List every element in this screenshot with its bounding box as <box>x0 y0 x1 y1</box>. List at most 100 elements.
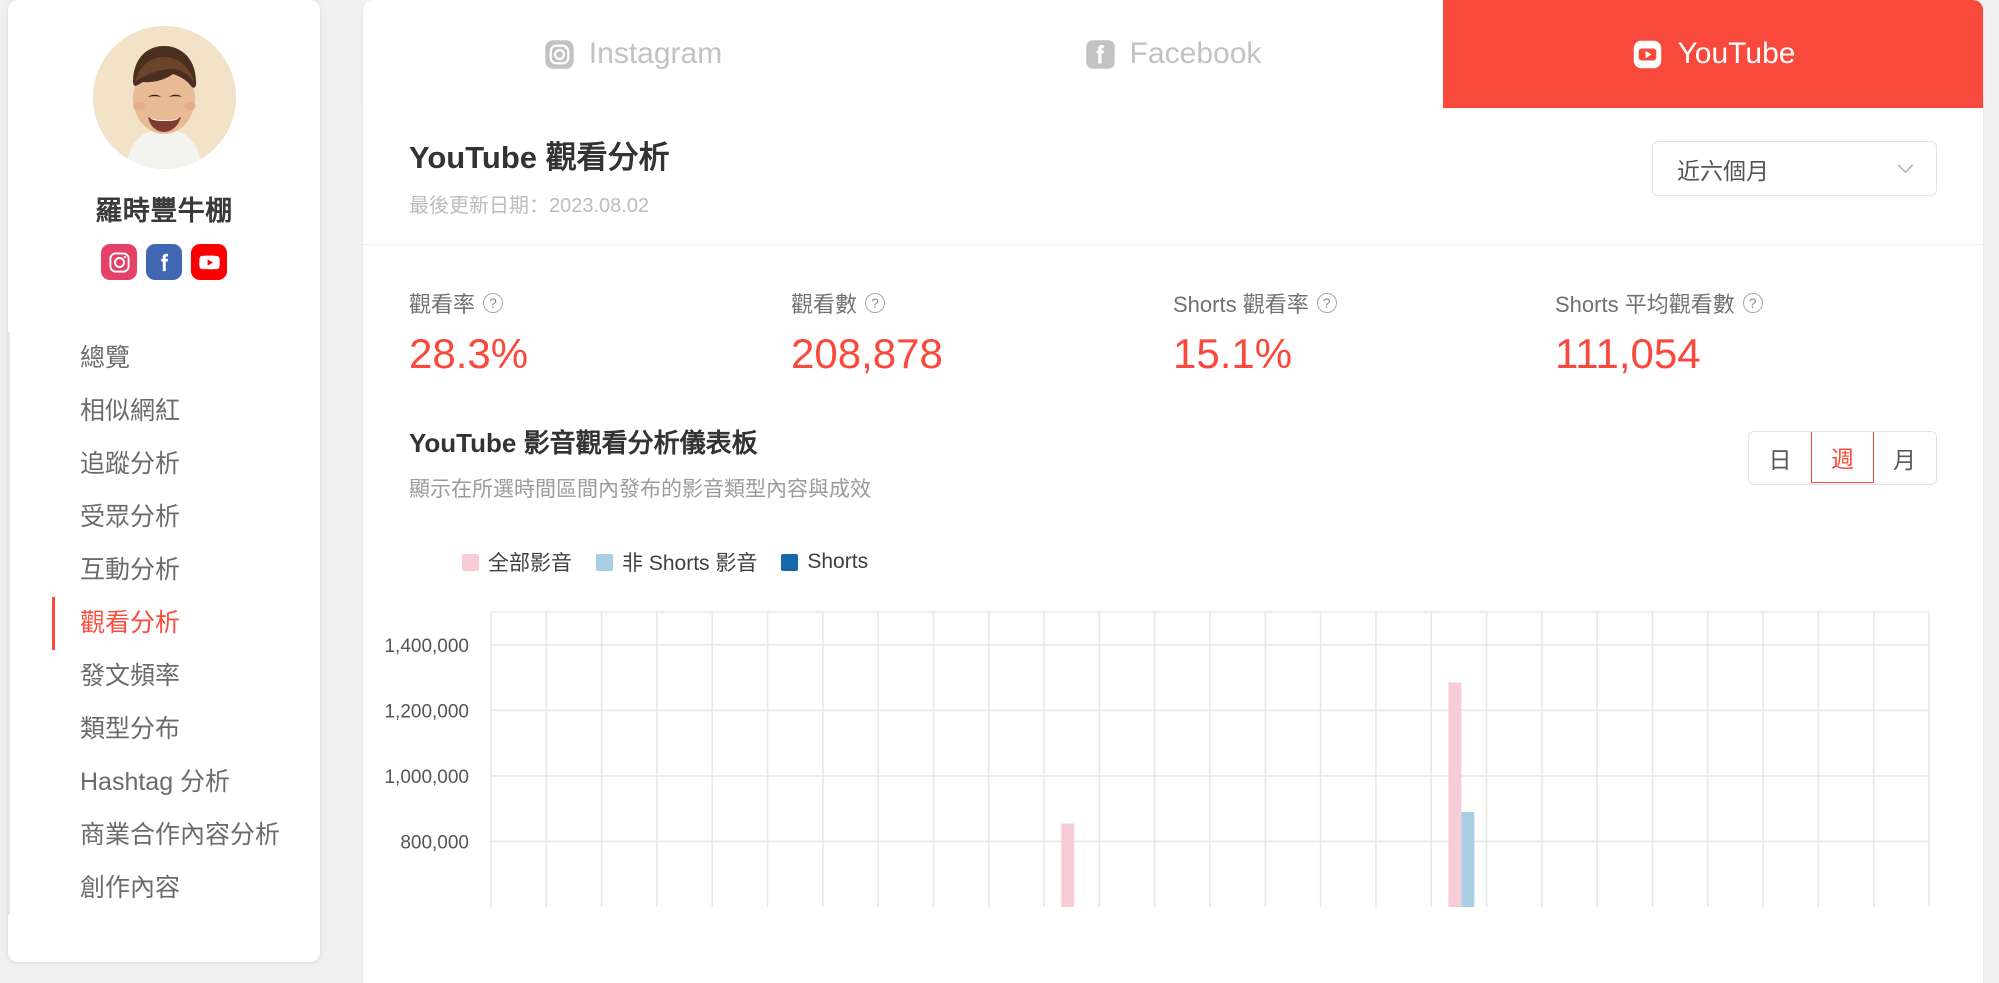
tab-label: Facebook <box>1129 37 1262 70</box>
legend-swatch <box>781 553 799 571</box>
granularity-toggle: 日 週 月 <box>1748 431 1937 485</box>
sidebar: 羅時豐牛棚 總覽 相似網紅 追蹤分析 受眾分析 互動分析 觀看分析 發文頻率 類… <box>8 0 320 962</box>
sidebar-item-label: Hashtag 分析 <box>80 768 231 796</box>
kpi-label-text: Shorts 平均觀看數 <box>1555 292 1735 317</box>
kpi-value: 208,878 <box>791 330 943 377</box>
facebook-icon <box>1085 39 1116 70</box>
instagram-icon[interactable] <box>101 244 137 280</box>
page-title: YouTube 觀看分析 <box>409 140 670 175</box>
tab-facebook[interactable]: Facebook <box>903 0 1443 108</box>
sidebar-item-label: 受眾分析 <box>80 503 181 531</box>
sidebar-item-7[interactable]: 類型分布 <box>53 703 320 756</box>
sidebar-item-label: 相似網紅 <box>80 397 181 425</box>
legend-item-non-shorts[interactable]: 非 Shorts 影音 <box>596 547 757 577</box>
help-icon[interactable]: ? <box>483 293 504 313</box>
facebook-icon[interactable] <box>146 244 182 280</box>
app-root: 羅時豐牛棚 總覽 相似網紅 追蹤分析 受眾分析 互動分析 觀看分析 發文頻率 類… <box>0 0 1999 983</box>
legend-swatch <box>462 553 479 571</box>
kpi-value: 15.1% <box>1173 330 1293 377</box>
legend-label: Shorts <box>807 550 869 573</box>
analytics-panel: YouTube 觀看分析 最後更新日期：2023.08.02 近六個月 觀看率 … <box>363 108 1983 983</box>
panel-header: YouTube 觀看分析 最後更新日期：2023.08.02 近六個月 <box>363 108 1983 245</box>
chart-legend: 全部影音 非 Shorts 影音 Shorts <box>363 503 1983 577</box>
last-updated: 最後更新日期：2023.08.02 <box>409 195 650 217</box>
help-icon[interactable]: ? <box>1742 293 1763 313</box>
kpi-value: 28.3% <box>409 330 529 377</box>
youtube-icon[interactable] <box>191 244 227 280</box>
date-range-select[interactable]: 近六個月 <box>1652 141 1937 196</box>
nav-rail <box>8 332 10 915</box>
youtube-icon <box>1631 38 1664 71</box>
chevron-down-icon <box>1897 163 1914 173</box>
sidebar-item-4[interactable]: 互動分析 <box>53 544 320 597</box>
profile-name: 羅時豐牛棚 <box>95 196 233 226</box>
title-block: YouTube 觀看分析 最後更新日期：2023.08.02 <box>409 132 670 218</box>
sidebar-item-label: 觀看分析 <box>80 609 181 637</box>
chart-bar[interactable] <box>1448 682 1462 907</box>
sidebar-item-3[interactable]: 受眾分析 <box>53 491 320 544</box>
y-tick-label: 800,000 <box>400 832 469 853</box>
chart-subtitle: 顯示在所選時間區間內發布的影音類型內容與成效 <box>409 478 871 501</box>
profile-block: 羅時豐牛棚 <box>8 0 320 280</box>
sidebar-item-10[interactable]: 創作內容 <box>53 862 320 915</box>
sidebar-item-label: 創作內容 <box>80 874 181 902</box>
kpi-value: 111,054 <box>1555 330 1701 377</box>
tab-label: YouTube <box>1677 37 1796 70</box>
y-tick-label: 1,400,000 <box>384 636 469 657</box>
legend-label: 非 Shorts 影音 <box>622 552 758 575</box>
tab-youtube[interactable]: YouTube <box>1443 0 1983 108</box>
chart-title: YouTube 影音觀看分析儀表板 <box>409 428 758 458</box>
help-icon[interactable]: ? <box>865 293 886 313</box>
chart-title-block: YouTube 影音觀看分析儀表板 顯示在所選時間區間內發布的影音類型內容與成效 <box>409 423 871 503</box>
sidebar-nav: 總覽 相似網紅 追蹤分析 受眾分析 互動分析 觀看分析 發文頻率 類型分布 Ha… <box>8 332 320 915</box>
kpi-label: 觀看數 ? <box>791 287 1173 319</box>
sidebar-item-label: 發文頻率 <box>80 662 181 690</box>
user-avatar-icon <box>92 26 236 169</box>
sidebar-item-0[interactable]: 總覽 <box>53 332 320 385</box>
sidebar-item-label: 類型分布 <box>80 715 181 743</box>
kpi-label: Shorts 平均觀看數 ? <box>1555 287 1937 319</box>
sidebar-item-2[interactable]: 追蹤分析 <box>53 438 320 491</box>
kpi-views: 觀看數 ? 208,878 <box>791 287 1173 378</box>
help-icon[interactable]: ? <box>1316 293 1337 313</box>
tab-instagram[interactable]: Instagram <box>363 0 903 108</box>
sidebar-item-label: 總覽 <box>80 344 131 372</box>
legend-swatch <box>596 553 613 571</box>
sidebar-item-1[interactable]: 相似網紅 <box>53 385 320 438</box>
kpi-shorts-view-rate: Shorts 觀看率 ? 15.1% <box>1173 287 1555 378</box>
legend-item-shorts[interactable]: Shorts <box>781 550 868 574</box>
chart-bar[interactable] <box>1061 823 1075 907</box>
sidebar-item-8[interactable]: Hashtag 分析 <box>53 756 320 809</box>
sidebar-item-5[interactable]: 觀看分析 <box>52 597 320 650</box>
main-content: Instagram Facebook YouTube YouTube 觀看分析 … <box>363 0 1983 983</box>
legend-label: 全部影音 <box>488 552 572 575</box>
kpi-label-text: 觀看率 <box>409 292 476 317</box>
kpi-label: Shorts 觀看率 ? <box>1173 287 1555 319</box>
sidebar-item-9[interactable]: 商業合作內容分析 <box>53 809 320 862</box>
kpi-label-text: Shorts 觀看率 <box>1173 292 1309 317</box>
kpi-view-rate: 觀看率 ? 28.3% <box>409 287 791 378</box>
platform-tabs: Instagram Facebook YouTube <box>363 0 1983 108</box>
date-range-value: 近六個月 <box>1677 157 1769 184</box>
sidebar-item-6[interactable]: 發文頻率 <box>53 650 320 703</box>
chart-bar[interactable] <box>1461 811 1475 907</box>
y-tick-label: 1,200,000 <box>384 701 469 722</box>
granularity-day[interactable]: 日 <box>1749 432 1812 484</box>
social-links <box>101 244 227 280</box>
sidebar-item-label: 商業合作內容分析 <box>80 821 281 849</box>
kpi-row: 觀看率 ? 28.3% 觀看數 ? 208,878 Shorts 觀看率 ? 1… <box>363 245 1983 378</box>
kpi-label: 觀看率 ? <box>409 287 791 319</box>
legend-item-all-videos[interactable]: 全部影音 <box>462 547 572 577</box>
bar-chart[interactable]: 1,400,000 1,200,000 1,000,000 800,000 <box>363 587 1943 907</box>
avatar <box>92 26 236 169</box>
sidebar-item-label: 追蹤分析 <box>80 450 181 478</box>
granularity-month[interactable]: 月 <box>1873 432 1936 484</box>
granularity-week[interactable]: 週 <box>1811 432 1874 483</box>
tab-label: Instagram <box>588 37 723 70</box>
y-tick-label: 1,000,000 <box>384 767 469 788</box>
instagram-icon <box>544 39 575 70</box>
sidebar-item-label: 互動分析 <box>80 556 181 584</box>
chart-header: YouTube 影音觀看分析儀表板 顯示在所選時間區間內發布的影音類型內容與成效… <box>363 378 1983 503</box>
chart-plot-area: 1,400,000 1,200,000 1,000,000 800,000 <box>363 587 1983 983</box>
kpi-shorts-avg-views: Shorts 平均觀看數 ? 111,054 <box>1555 287 1937 378</box>
